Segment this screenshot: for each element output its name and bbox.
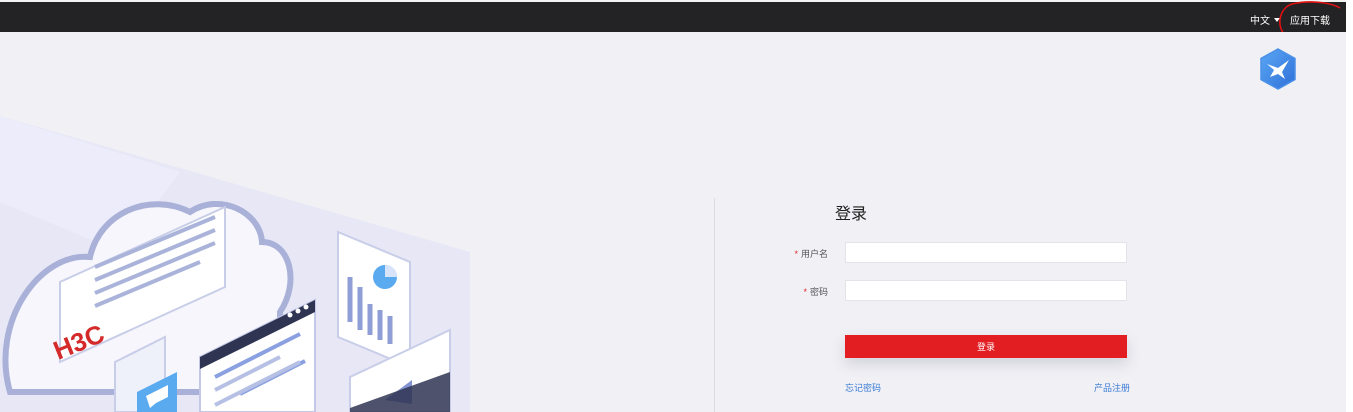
top-bar: 中文 应用下载: [0, 0, 1346, 32]
login-button[interactable]: 登录: [845, 335, 1127, 358]
cloud-illustration: H3C: [0, 116, 470, 412]
right-edge: [1346, 0, 1353, 412]
password-input[interactable]: [845, 280, 1127, 301]
main-area: H3C 登录 * 用户名 * 密码 登录 忘记密码 产品注册: [0, 32, 1346, 412]
required-mark: *: [803, 287, 807, 297]
password-label-text: 密码: [809, 287, 828, 297]
username-label-text: 用户名: [800, 249, 828, 259]
divider: [714, 198, 715, 412]
username-label: * 用户名: [768, 247, 828, 260]
login-title: 登录: [835, 206, 868, 223]
language-label: 中文: [1250, 16, 1270, 27]
forgot-password-link[interactable]: 忘记密码: [845, 381, 881, 394]
password-label: * 密码: [768, 285, 828, 298]
product-register-link[interactable]: 产品注册: [1094, 381, 1130, 394]
username-input[interactable]: [845, 242, 1127, 263]
bird-hexagon-logo-icon: [1260, 48, 1296, 90]
app-download-link[interactable]: 应用下载: [1290, 12, 1330, 27]
required-mark: *: [794, 249, 798, 259]
language-selector[interactable]: 中文: [1250, 12, 1280, 27]
caret-down-icon: [1274, 17, 1280, 22]
